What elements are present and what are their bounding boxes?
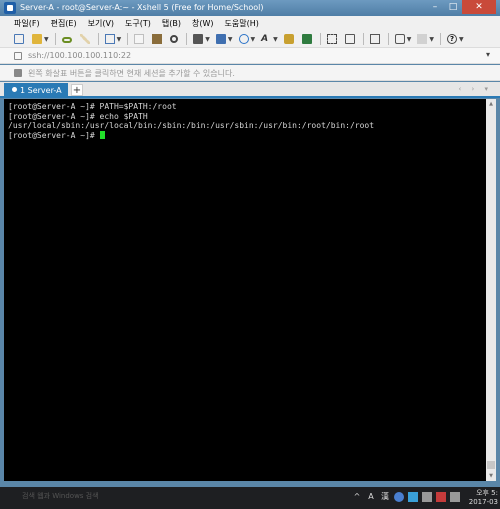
menu-tab[interactable]: 탭(B) [162, 18, 181, 29]
terminal-prompt: [root@Server-A ~]# [8, 130, 100, 140]
clock-time: 오후 5: [476, 489, 498, 497]
chevron-down-icon[interactable]: ▼ [273, 36, 278, 43]
windows-taskbar: 검색 웹과 Windows 검색 ^ A 漢 오후 5: 2017-03 [0, 487, 500, 509]
terminal[interactable]: [root@Server-A ~]# PATH=$PATH:/root [roo… [4, 99, 486, 481]
add-tab-button[interactable]: + [71, 84, 83, 96]
xshell-app-icon [4, 2, 16, 14]
address-icon [14, 52, 22, 60]
tab-navigation[interactable]: ‹ › ▾ [458, 85, 492, 93]
chevron-down-icon[interactable]: ▼ [205, 36, 210, 43]
tab-bar: 1 Server-A + ‹ › ▾ [0, 82, 500, 98]
lock-icon[interactable] [344, 34, 355, 44]
search-icon[interactable] [170, 35, 179, 43]
help-tray-icon[interactable] [394, 492, 404, 502]
arrow-icon[interactable] [14, 69, 22, 77]
help-icon[interactable]: ? [447, 34, 457, 44]
tab-server-a[interactable]: 1 Server-A [4, 83, 68, 98]
tab-label: 1 Server-A [20, 86, 62, 95]
chevron-down-icon[interactable]: ▼ [429, 36, 434, 43]
font-icon[interactable]: A [261, 34, 271, 44]
address-dropdown-icon[interactable]: ▾ [486, 50, 490, 59]
window-title: Server-A - root@Server-A:~ - Xshell 5 (F… [20, 3, 264, 12]
open-session-icon[interactable] [32, 34, 42, 44]
taskbar-search[interactable]: 검색 웹과 Windows 검색 [22, 491, 99, 501]
globe-icon[interactable] [238, 34, 249, 44]
system-tray: ^ A 漢 [352, 492, 464, 502]
chevron-down-icon[interactable]: ▼ [44, 36, 49, 43]
toolbar-separator [440, 33, 441, 45]
terminal-line: [root@Server-A ~]# PATH=$PATH:/root [8, 102, 177, 111]
menu-file[interactable]: 파일(F) [14, 18, 40, 29]
menu-help[interactable]: 도움말(H) [225, 18, 259, 29]
layout-icon[interactable] [417, 34, 428, 44]
toolbar-separator [186, 33, 188, 45]
print-icon[interactable] [193, 34, 204, 44]
terminal-line: /usr/local/sbin:/usr/local/bin:/sbin:/bi… [8, 121, 375, 130]
network-icon[interactable] [422, 492, 432, 502]
terminal-scrollbar[interactable]: ▲ ▼ [486, 99, 496, 481]
tab-status-icon [12, 87, 17, 92]
terminal-cursor [99, 130, 105, 139]
chevron-down-icon[interactable]: ▼ [117, 36, 122, 43]
clock-date: 2017-03 [468, 498, 498, 506]
hint-bar: 왼쪽 화살표 버튼을 클릭하면 현재 세션을 추가할 수 있습니다. [0, 65, 500, 81]
new-session-icon[interactable] [14, 34, 24, 44]
window-controls: – □ ✕ [426, 0, 496, 14]
tray-expand-icon[interactable]: ^ [352, 492, 362, 502]
menu-bar: 파일(F) 편집(E) 보기(V) 도구(T) 탭(B) 창(W) 도움말(H) [0, 16, 500, 31]
script-icon[interactable] [301, 34, 312, 44]
scroll-thumb[interactable] [487, 461, 495, 469]
chevron-down-icon[interactable]: ▼ [228, 36, 233, 43]
toolbar-separator [97, 33, 99, 45]
scroll-down-icon[interactable]: ▼ [486, 471, 496, 481]
address-input[interactable]: ssh://100.100.100.110:22 [28, 51, 131, 60]
terminal-line: [root@Server-A ~]# echo $PATH [8, 111, 148, 121]
fullscreen-icon[interactable] [326, 34, 337, 44]
paste-icon[interactable] [152, 34, 163, 44]
address-bar: ssh://100.100.100.110:22 ▾ [0, 48, 500, 64]
properties-icon[interactable] [104, 34, 115, 44]
menu-edit[interactable]: 편집(E) [51, 18, 77, 29]
toolbar-separator [54, 33, 56, 45]
minimize-button[interactable]: – [426, 0, 444, 14]
toolbar-separator [127, 33, 129, 45]
add-icon[interactable] [394, 34, 405, 44]
toolbar: ▼ ▼ ▼ ▼ ▼ A ▼ ▼ ▼ ? ▼ [0, 31, 500, 48]
toolbar-separator [362, 33, 364, 45]
chevron-down-icon[interactable]: ▼ [407, 36, 412, 43]
reconnect-icon[interactable] [61, 37, 72, 43]
xshell-window: Server-A - root@Server-A:~ - Xshell 5 (F… [0, 0, 500, 487]
menu-window[interactable]: 창(W) [192, 18, 214, 29]
ime-mode-icon[interactable]: A [366, 492, 376, 502]
maximize-button[interactable]: □ [444, 0, 462, 14]
hint-text: 왼쪽 화살표 버튼을 클릭하면 현재 세션을 추가할 수 있습니다. [28, 69, 235, 78]
scroll-up-icon[interactable]: ▲ [486, 99, 496, 109]
chevron-down-icon[interactable]: ▼ [459, 36, 464, 43]
terminal-prompt-line: [root@Server-A ~]# [8, 130, 482, 141]
toolbar-separator [387, 33, 389, 45]
disconnect-icon[interactable] [79, 34, 90, 44]
chevron-down-icon[interactable]: ▼ [251, 36, 256, 43]
volume-icon[interactable] [450, 492, 460, 502]
antivirus-icon[interactable] [436, 492, 446, 502]
keyboard-icon[interactable] [369, 34, 380, 44]
toolbar-separator [319, 33, 321, 45]
menu-view[interactable]: 보기(V) [88, 18, 114, 29]
menu-tools[interactable]: 도구(T) [125, 18, 151, 29]
transfer-icon[interactable] [215, 34, 226, 44]
copy-icon[interactable] [134, 34, 145, 44]
ime-hanja-icon[interactable]: 漢 [380, 492, 390, 502]
close-button[interactable]: ✕ [462, 0, 496, 14]
taskbar-clock[interactable]: 오후 5: 2017-03 [469, 489, 498, 507]
key-icon[interactable] [283, 34, 294, 44]
settings-tray-icon[interactable] [408, 492, 418, 502]
title-bar[interactable]: Server-A - root@Server-A:~ - Xshell 5 (F… [0, 0, 500, 16]
